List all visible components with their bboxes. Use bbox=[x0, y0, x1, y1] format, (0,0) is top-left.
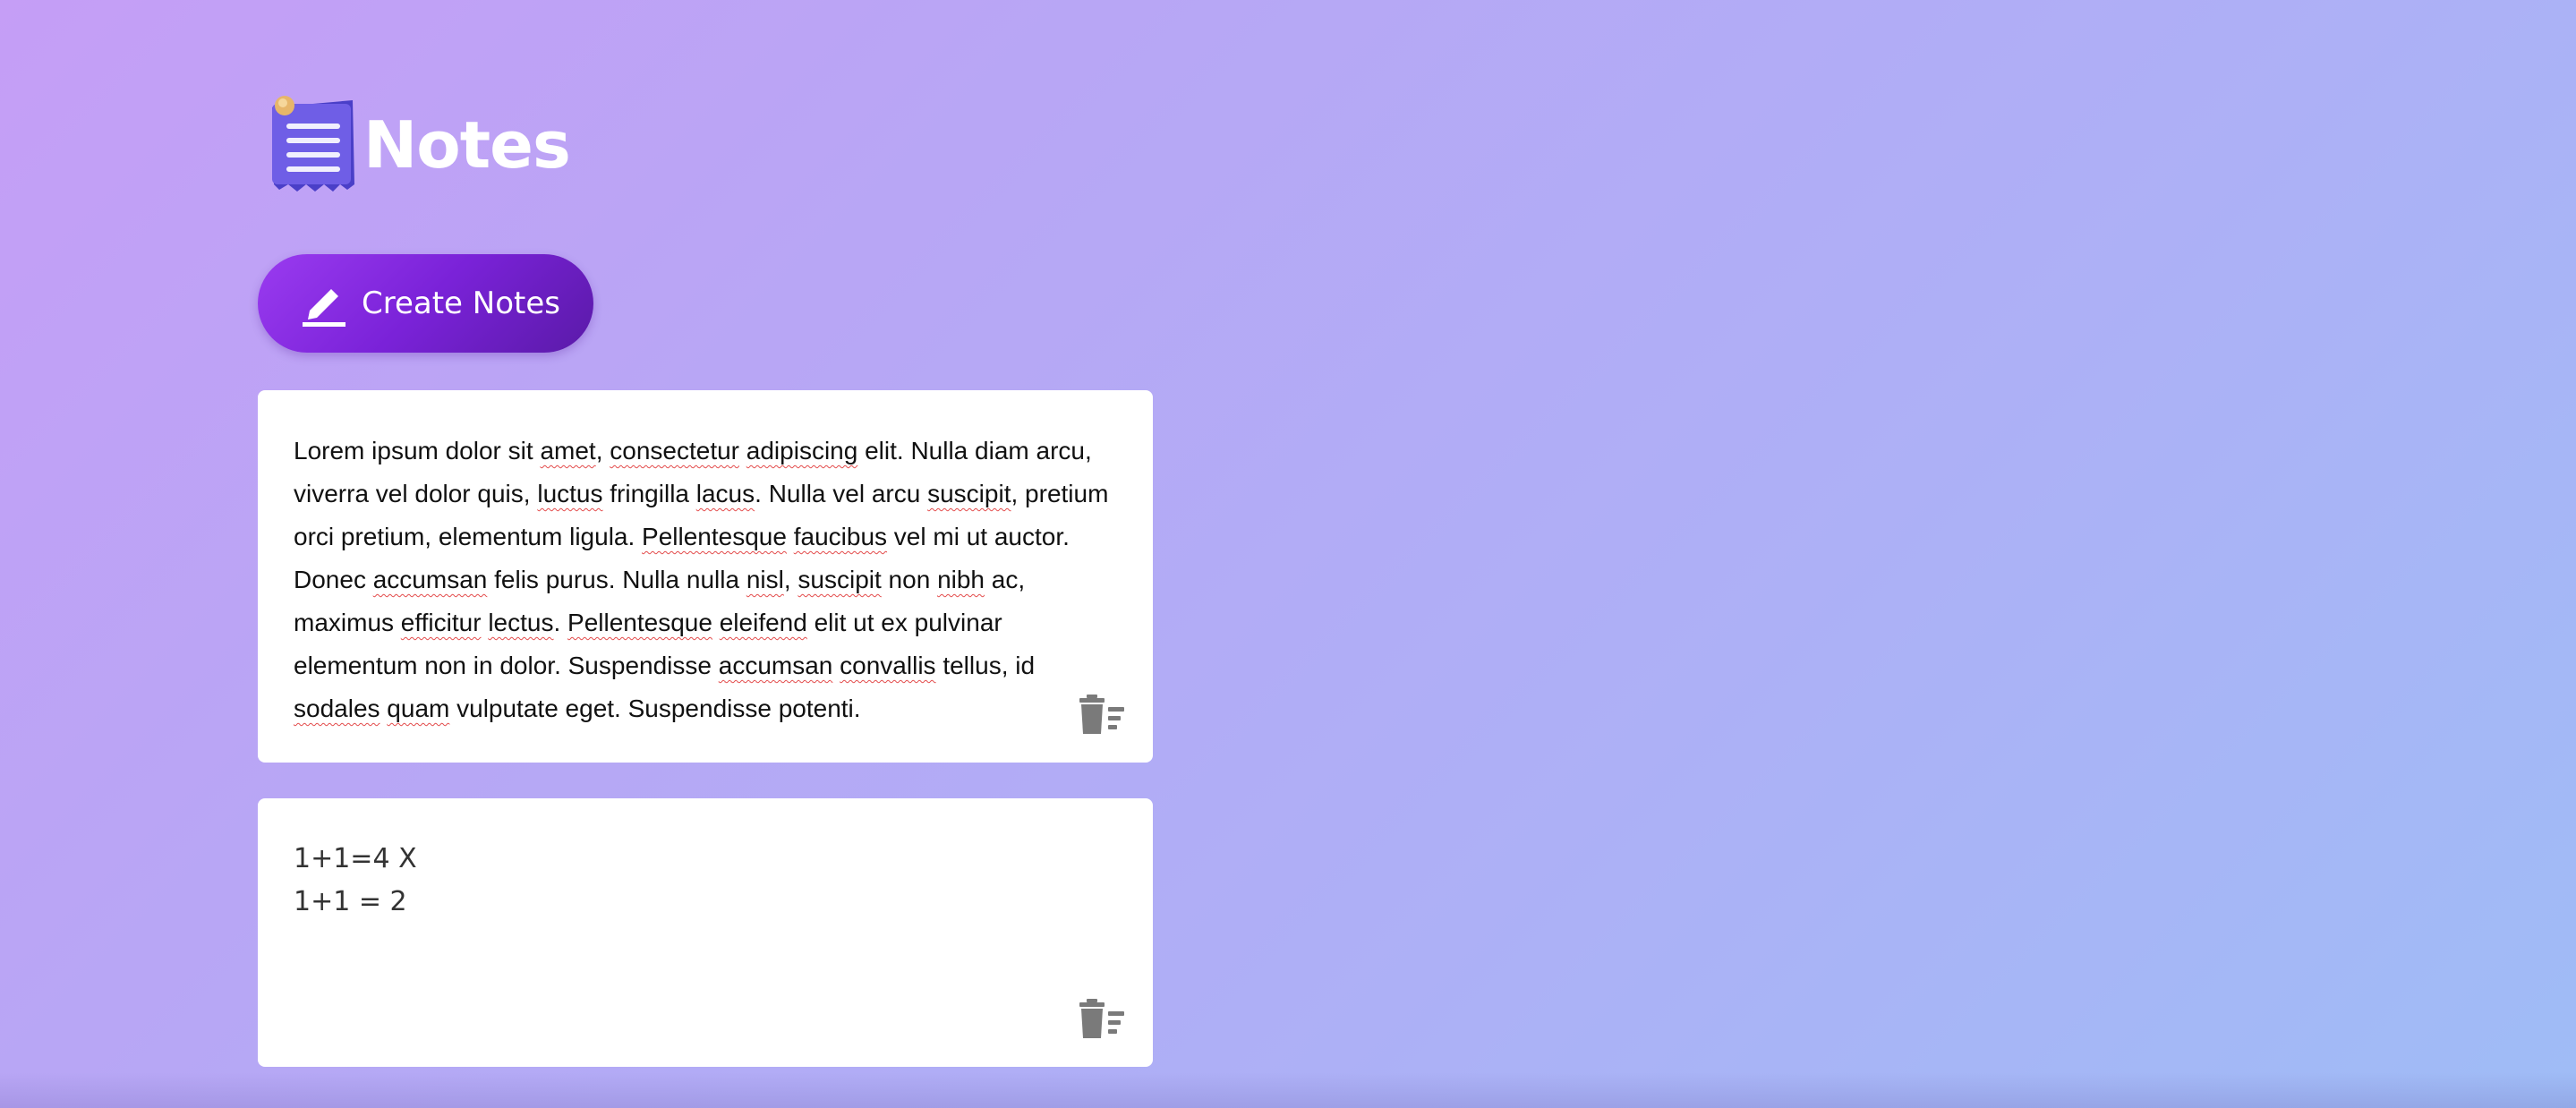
misspelled-word: convallis bbox=[840, 652, 936, 679]
misspelled-word: adipiscing bbox=[746, 437, 858, 465]
note-text-segment: , bbox=[595, 437, 610, 465]
misspelled-word: accumsan bbox=[372, 566, 488, 593]
misspelled-word: suscipit bbox=[798, 566, 882, 593]
notes-app: Notes Create Notes Lorem ipsum dolor sit… bbox=[258, 89, 1153, 1067]
page-bottom-shadow bbox=[0, 1072, 2576, 1108]
note-card: Lorem ipsum dolor sit amet, consectetur … bbox=[258, 390, 1153, 763]
misspelled-word: eleifend bbox=[719, 609, 807, 636]
delete-note-button[interactable] bbox=[1078, 695, 1126, 736]
misspelled-word: amet bbox=[540, 437, 596, 465]
app-title: Notes bbox=[363, 107, 571, 183]
misspelled-word: accumsan bbox=[718, 652, 833, 679]
note-text-segment: felis purus. Nulla nulla bbox=[487, 566, 746, 593]
note-text-segment bbox=[712, 609, 720, 636]
misspelled-word: Pellentesque bbox=[642, 523, 787, 550]
note-text-segment: . Nulla vel arcu bbox=[755, 480, 928, 507]
note-text[interactable]: Lorem ipsum dolor sit amet, consectetur … bbox=[294, 430, 1117, 730]
create-notes-button[interactable]: Create Notes bbox=[258, 254, 593, 353]
app-header: Notes bbox=[267, 89, 1153, 200]
misspelled-word: sodales bbox=[294, 695, 380, 722]
misspelled-word: lectus bbox=[488, 609, 554, 636]
note-text-segment: . bbox=[553, 609, 568, 636]
pencil-icon bbox=[303, 289, 345, 327]
note-text-segment bbox=[739, 437, 746, 465]
note-text-segment: tellus, id bbox=[943, 652, 1036, 679]
trash-icon bbox=[1079, 695, 1124, 734]
misspelled-word: nibh bbox=[937, 566, 985, 593]
note-text-segment: vulputate eget. Suspendisse potenti. bbox=[449, 695, 861, 722]
misspelled-word: lacus bbox=[695, 480, 755, 507]
misspelled-word: suscipit bbox=[927, 480, 1011, 507]
create-notes-label: Create Notes bbox=[362, 286, 560, 321]
delete-note-button[interactable] bbox=[1078, 999, 1126, 1040]
note-card: 1+1=4 X 1+1 = 2 bbox=[258, 798, 1153, 1067]
note-text-segment bbox=[832, 652, 840, 679]
note-text-segment: fringilla bbox=[602, 480, 696, 507]
notepad-icon bbox=[267, 91, 356, 199]
note-text[interactable]: 1+1=4 X 1+1 = 2 bbox=[294, 838, 1117, 924]
note-text-segment: Lorem ipsum dolor sit bbox=[294, 437, 541, 465]
misspelled-word: consectetur bbox=[610, 437, 739, 465]
misspelled-word: nisl bbox=[746, 566, 784, 593]
note-text-segment: non bbox=[881, 566, 938, 593]
trash-icon bbox=[1079, 999, 1124, 1038]
misspelled-word: Pellentesque bbox=[567, 609, 712, 636]
note-text-segment bbox=[787, 523, 794, 550]
misspelled-word: efficitur bbox=[400, 609, 482, 636]
misspelled-word: quam bbox=[387, 695, 450, 722]
note-text-segment: , bbox=[783, 566, 798, 593]
misspelled-word: faucibus bbox=[793, 523, 888, 550]
misspelled-word: luctus bbox=[537, 480, 603, 507]
